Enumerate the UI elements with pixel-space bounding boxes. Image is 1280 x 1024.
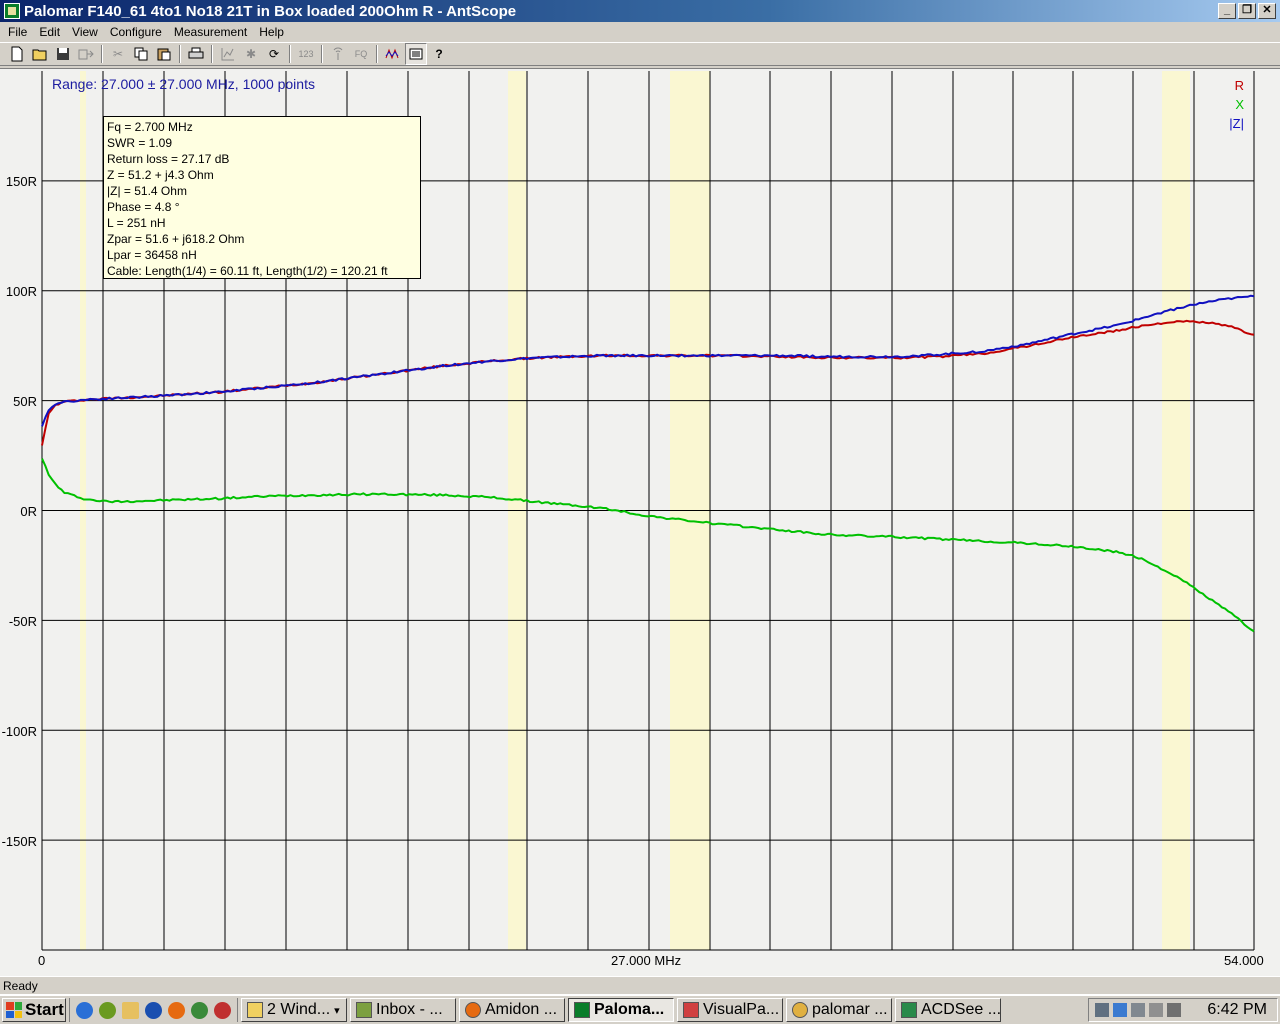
monitor-icon[interactable] (1131, 1003, 1145, 1017)
status-bar: Ready (0, 976, 1280, 994)
system-tray: 6:42 PM (1088, 998, 1278, 1022)
info-line: |Z| = 51.4 Ohm (107, 184, 187, 198)
legend: R X |Z| (1229, 76, 1244, 133)
quick-launch (69, 998, 238, 1022)
network-icon[interactable] (1095, 1003, 1109, 1017)
y-tick-label: -100R (1, 724, 37, 739)
info-line: Cable: Length(1/4) = 60.11 ft, Length(1/… (107, 264, 388, 278)
y-tick-label: 100R (5, 284, 37, 299)
explorer-icon[interactable] (122, 1001, 139, 1019)
search-icon (792, 1002, 808, 1018)
acdsee-icon (901, 1002, 917, 1018)
start-label: Start (25, 1000, 64, 1019)
info-line: Z = 51.2 + j4.3 Ohm (107, 168, 214, 182)
printer-icon[interactable] (1167, 1003, 1181, 1017)
media-player-icon[interactable] (145, 1001, 162, 1019)
windows-logo-icon (6, 1002, 22, 1018)
marker-info-box: Fq = 2.700 MHz SWR = 1.09 Return loss = … (103, 116, 421, 279)
legend-r: R (1234, 78, 1244, 93)
antscope-window: Palomar F140_61 4to1 No18 21T in Box loa… (0, 0, 1280, 1024)
x-tick-label: 0 (38, 953, 46, 968)
y-tick-label: -50R (8, 614, 37, 629)
series-line-z (41, 294, 1255, 427)
series-line-r (41, 319, 1255, 446)
speaker-icon[interactable] (1149, 1003, 1163, 1017)
folder-icon (247, 1002, 263, 1018)
chevron-down-icon: ▾ (334, 1004, 340, 1017)
legend-z: |Z| (1229, 116, 1244, 131)
browser-icon[interactable] (191, 1001, 208, 1019)
series-line-x (41, 458, 1255, 633)
antscope-icon (574, 1002, 590, 1018)
info-line: Fq = 2.700 MHz (107, 120, 193, 134)
info-line: Lpar = 36458 nH (107, 248, 197, 262)
y-tick-label: -150R (1, 834, 37, 849)
info-line: SWR = 1.09 (107, 136, 173, 150)
task-button-amidon[interactable]: Amidon ... (459, 998, 565, 1022)
task-button-acdsee[interactable]: ACDSee ... (895, 998, 1001, 1022)
y-tick-label: 0R (20, 504, 37, 519)
mail-icon (356, 1002, 372, 1018)
start-button[interactable]: Start (2, 998, 66, 1022)
task-button-palomar-antscope[interactable]: Paloma... (568, 998, 674, 1022)
range-label: Range: 27.000 ± 27.000 MHz, 1000 points (52, 76, 315, 92)
ie-icon[interactable] (76, 1001, 93, 1019)
x-tick-label: 54.000 (1224, 953, 1264, 968)
task-button-visualpa[interactable]: VisualPa... (677, 998, 783, 1022)
info-line: Zpar = 51.6 + j618.2 Ohm (107, 232, 245, 246)
visualpa-icon (683, 1002, 699, 1018)
info-line: Phase = 4.8 ° (107, 200, 180, 214)
cd-icon[interactable] (214, 1001, 231, 1019)
info-line: L = 251 nH (107, 216, 166, 230)
flag-icon[interactable] (1113, 1003, 1127, 1017)
y-tick-label: 50R (13, 394, 37, 409)
legend-x: X (1235, 97, 1244, 112)
taskbar: Start 2 Wind... ▾ Inbox - ... Amidon ...… (0, 994, 1280, 1024)
hydra-icon[interactable] (99, 1001, 116, 1019)
clock[interactable]: 6:42 PM (1207, 1001, 1267, 1019)
firefox-icon[interactable] (168, 1001, 185, 1019)
firefox-icon (465, 1002, 481, 1018)
info-line: Return loss = 27.17 dB (107, 152, 230, 166)
x-tick-label: 27.000 MHz (611, 953, 682, 968)
task-button-palomar-search[interactable]: palomar ... (786, 998, 892, 1022)
task-button-windows[interactable]: 2 Wind... ▾ (241, 998, 347, 1022)
task-button-inbox[interactable]: Inbox - ... (350, 998, 456, 1022)
y-tick-label: 150R (5, 174, 37, 189)
